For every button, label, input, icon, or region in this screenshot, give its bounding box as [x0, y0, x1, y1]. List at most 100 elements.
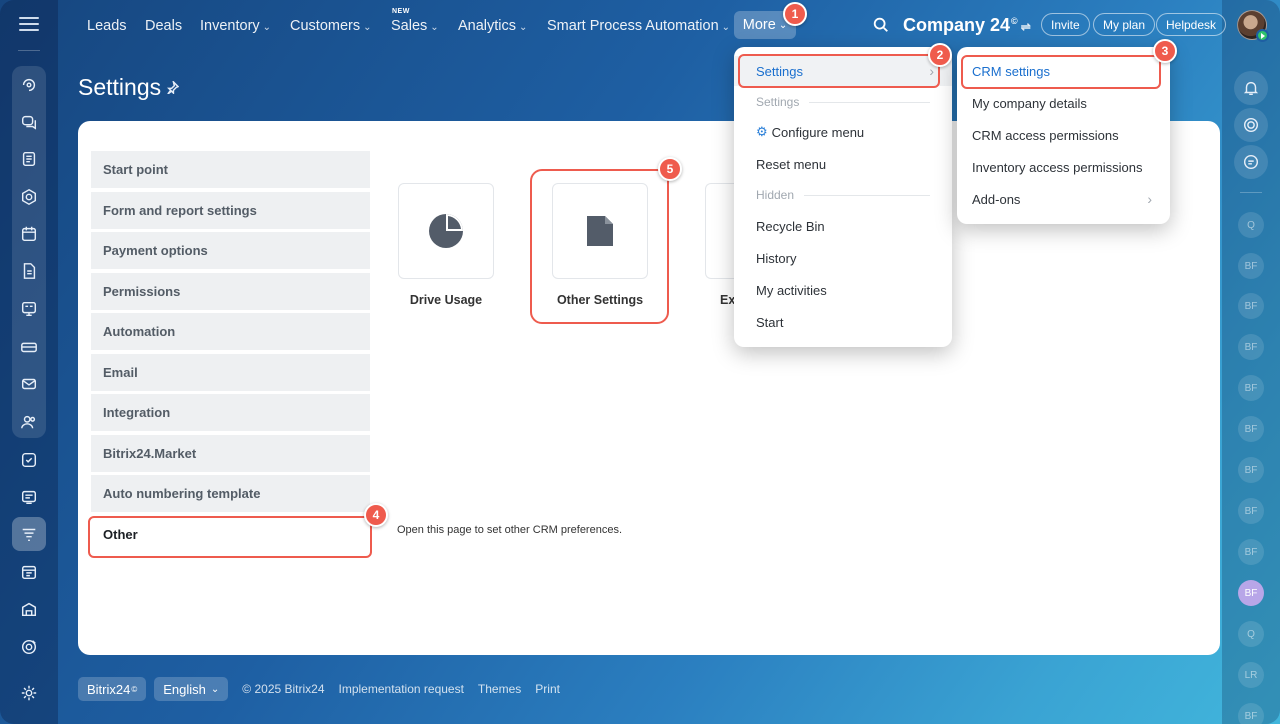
chat-bubble[interactable]: BF	[1238, 498, 1264, 524]
feed-icon[interactable]	[12, 142, 46, 176]
contacts-icon[interactable]	[12, 405, 46, 439]
highlight-other-settings-tile	[530, 169, 669, 324]
highlight-other	[88, 516, 372, 558]
submenu-item-crm-access-permissions[interactable]: CRM access permissions	[957, 120, 1170, 150]
chat-bubble[interactable]: BF	[1238, 703, 1264, 724]
highlight-settings	[738, 54, 940, 88]
top-navigation: Leads Deals Inventory ⌄ Customers ⌄ NEW Sa…	[58, 0, 1227, 50]
copilot-icon[interactable]	[1234, 108, 1268, 142]
gear-icon[interactable]	[12, 676, 46, 710]
dropdown-item-recycle-bin[interactable]: Recycle Bin	[734, 211, 952, 241]
drive-icon[interactable]	[12, 330, 46, 364]
nav-deals[interactable]: Deals	[145, 18, 182, 34]
nav-analytics[interactable]: Analytics ⌄	[458, 18, 527, 34]
notifications-icon[interactable]	[1234, 71, 1268, 105]
copyright-text: © 2025 Bitrix24	[242, 682, 325, 696]
chevron-down-icon: ⌄	[721, 22, 731, 33]
nav-customers[interactable]: Customers ⌄	[290, 18, 372, 34]
implementation-request-link[interactable]: Implementation request	[339, 682, 464, 696]
chat-bubble[interactable]: BF	[1238, 293, 1264, 319]
language-label: English	[163, 681, 206, 697]
chat-bubble[interactable]: BF	[1238, 416, 1264, 442]
chevron-down-icon: ⌄	[210, 683, 220, 695]
schedule-icon[interactable]	[12, 555, 46, 589]
avatar[interactable]	[1237, 10, 1269, 42]
dropdown-item-history[interactable]: History	[734, 243, 952, 273]
mail-icon[interactable]	[12, 367, 46, 401]
menu-item-start-point[interactable]: Start point	[91, 151, 370, 188]
left-sidebar	[0, 0, 58, 724]
tasks-icon[interactable]	[12, 443, 46, 477]
chat-bubble[interactable]: BF	[1238, 375, 1264, 401]
nav-label: Inventory	[200, 18, 260, 34]
chevron-right-icon: ›	[1147, 191, 1152, 207]
menu-item-email[interactable]: Email	[91, 353, 370, 391]
hexagon-icon[interactable]	[12, 180, 46, 214]
settings-menu: Start point Form and report settings Pay…	[91, 151, 370, 556]
activity-stream-icon[interactable]	[12, 68, 46, 102]
store-icon[interactable]	[12, 592, 46, 626]
chat-bubble[interactable]: BF	[1238, 457, 1264, 483]
company-label: Company 24	[903, 15, 1011, 35]
chat-bubble[interactable]: Q	[1238, 621, 1264, 647]
crm-icon[interactable]	[12, 517, 46, 551]
gear-icon: ⚙	[756, 124, 768, 139]
submenu-item-my-company-details[interactable]: My company details	[957, 88, 1170, 118]
menu-item-automation[interactable]: Automation	[91, 313, 370, 350]
contact-center-icon[interactable]	[12, 480, 46, 514]
menu-item-payment-options[interactable]: Payment options	[91, 232, 370, 269]
chat-bubble[interactable]: Q	[1238, 212, 1264, 238]
menu-item-bitrix24-market[interactable]: Bitrix24.Market	[91, 434, 370, 472]
pin-icon[interactable]	[166, 79, 180, 97]
calendar-icon[interactable]	[12, 217, 46, 251]
sliders-icon[interactable]: ⇌	[1021, 20, 1031, 34]
messenger-icon[interactable]	[1234, 145, 1268, 179]
board-icon[interactable]	[12, 292, 46, 326]
invite-button[interactable]: Invite	[1041, 13, 1090, 36]
company-mark: ©	[1011, 16, 1018, 26]
themes-link[interactable]: Themes	[478, 682, 521, 696]
dropdown-item-configure-menu[interactable]: ⚙ Configure menu	[734, 117, 952, 147]
hamburger-menu-icon[interactable]	[19, 17, 39, 33]
tile-drive-usage[interactable]	[398, 183, 494, 279]
helpdesk-button[interactable]: Helpdesk	[1156, 13, 1227, 36]
dropdown-item-start[interactable]: Start	[734, 307, 952, 337]
nav-leads[interactable]: Leads	[87, 18, 127, 34]
submenu-item-inventory-access-permissions[interactable]: Inventory access permissions	[957, 152, 1170, 182]
highlight-crm-settings	[961, 55, 1161, 89]
my-plan-button[interactable]: My plan	[1093, 13, 1156, 36]
nav-smart-process-automation[interactable]: Smart Process Automation ⌄	[547, 18, 730, 34]
print-link[interactable]: Print	[535, 682, 560, 696]
dropdown-item-reset-menu[interactable]: Reset menu	[734, 149, 952, 179]
nav-label: Smart Process Automation	[547, 18, 719, 34]
brand-mark: ©	[131, 684, 138, 694]
chat-bubble[interactable]: BF	[1238, 580, 1264, 606]
menu-item-integration[interactable]: Integration	[91, 394, 370, 431]
search-icon[interactable]	[872, 16, 890, 39]
menu-item-auto-numbering-template[interactable]: Auto numbering template	[91, 475, 370, 512]
chat-bubble[interactable]: BF	[1238, 253, 1264, 279]
menu-item-permissions[interactable]: Permissions	[91, 272, 370, 310]
more-label: More	[742, 17, 776, 33]
menu-item-form-and-report-settings[interactable]: Form and report settings	[91, 191, 370, 229]
nav-inventory[interactable]: Inventory ⌄	[200, 18, 271, 34]
chat-bubble[interactable]: LR	[1238, 662, 1264, 688]
play-icon	[1256, 29, 1269, 42]
chat-bubble[interactable]: BF	[1238, 539, 1264, 565]
dropdown-label: Configure menu	[771, 124, 865, 140]
more-dropdown: Settings › Settings ⚙ Configure menu Reset…	[734, 47, 952, 347]
target-icon[interactable]	[12, 630, 46, 664]
dropdown-item-my-activities[interactable]: My activities	[734, 275, 952, 305]
submenu-label: Add-ons	[972, 191, 1021, 207]
bitrix24-brand-button[interactable]: Bitrix24 ©	[78, 677, 147, 701]
section-label: Hidden	[756, 188, 795, 202]
language-selector[interactable]: English ⌄	[154, 677, 229, 701]
company-name[interactable]: Company 24© ⇌	[903, 15, 1031, 36]
nav-sales[interactable]: Sales ⌄	[391, 18, 439, 34]
submenu-item-add-ons[interactable]: Add-ons ›	[957, 184, 1170, 214]
document-icon[interactable]	[12, 254, 46, 288]
chevron-down-icon: ⌄	[430, 22, 439, 33]
chat-icon[interactable]	[12, 105, 46, 139]
step-badge: 1	[783, 2, 807, 26]
chat-bubble[interactable]: BF	[1238, 334, 1264, 360]
